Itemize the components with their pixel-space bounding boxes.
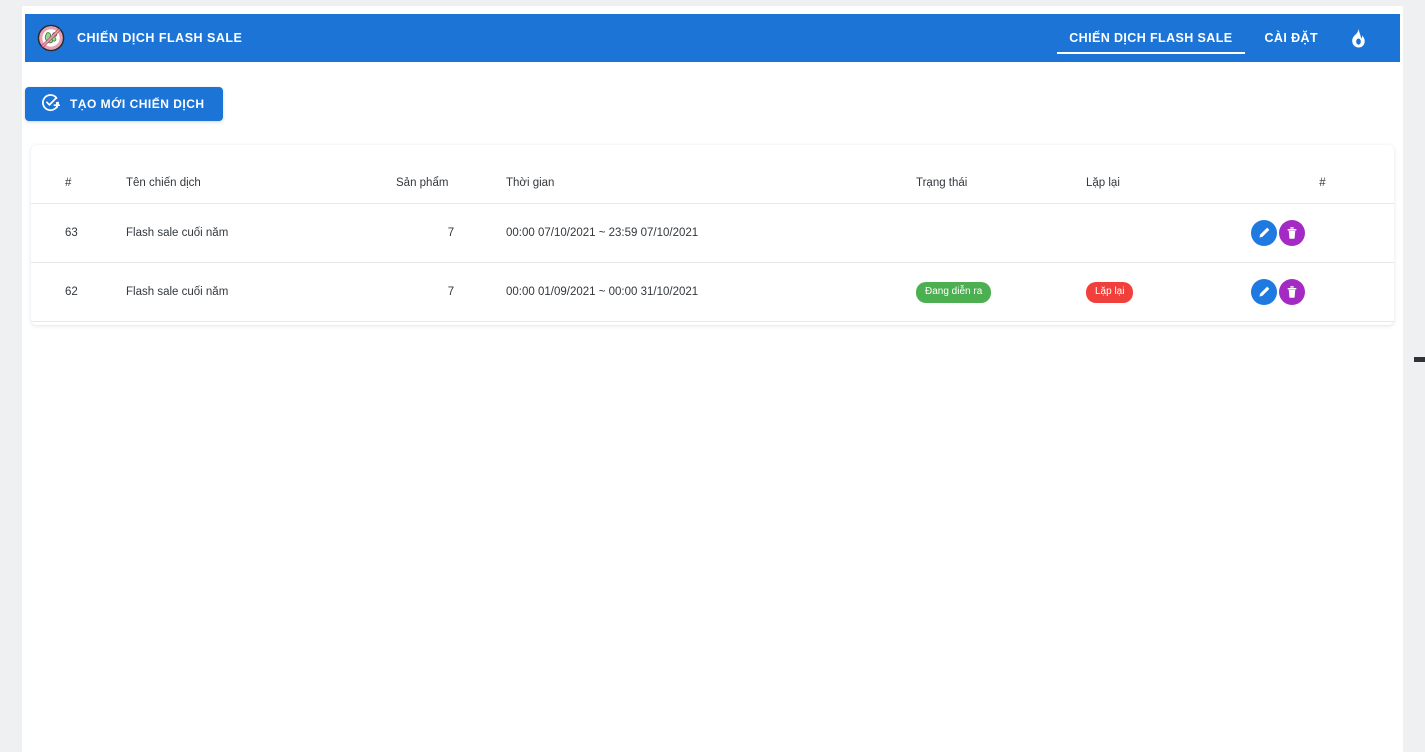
cell-actions	[1251, 203, 1394, 263]
table-header-row: # Tên chiến dịch Sản phẩm Thời gian Trạn…	[31, 145, 1394, 204]
cell-repeat: Lặp lại	[1086, 262, 1251, 322]
nav-item-label: CÀI ĐẶT	[1264, 31, 1318, 45]
edit-button[interactable]	[1251, 279, 1277, 305]
column-header-time: Thời gian	[506, 145, 916, 204]
cell-index: 62	[31, 262, 126, 322]
column-header-product: Sản phẩm	[396, 145, 506, 204]
cell-time: 00:00 07/10/2021 ~ 23:59 07/10/2021	[506, 203, 916, 263]
cell-product: 7	[396, 262, 506, 322]
cell-status: Đang diễn ra	[916, 262, 1086, 322]
no-germ-icon	[37, 24, 65, 52]
pencil-icon	[1259, 286, 1270, 297]
app-title: CHIẾN DỊCH FLASH SALE	[77, 31, 243, 45]
right-gutter	[1403, 0, 1425, 752]
table-body: 63 Flash sale cuối năm 7 00:00 07/10/202…	[31, 203, 1394, 322]
repeat-badge: Lặp lại	[1086, 281, 1134, 303]
column-header-status: Trạng thái	[916, 145, 1086, 204]
table-head: # Tên chiến dịch Sản phẩm Thời gian Trạn…	[31, 145, 1394, 204]
cell-repeat	[1086, 203, 1251, 263]
table-row[interactable]: 63 Flash sale cuối năm 7 00:00 07/10/202…	[31, 203, 1394, 263]
cell-time: 00:00 01/09/2021 ~ 00:00 31/10/2021	[506, 262, 916, 322]
pencil-icon	[1259, 227, 1270, 238]
nav-item-flash-sale-campaign[interactable]: CHIẾN DỊCH FLASH SALE	[1053, 14, 1248, 62]
check-circle-plus-icon	[41, 93, 61, 115]
scroll-marker	[1414, 357, 1425, 362]
cell-status	[916, 203, 1086, 263]
column-header-actions: #	[1251, 145, 1394, 204]
cell-name: Flash sale cuối năm	[126, 262, 396, 322]
nav-item-label: CHIẾN DỊCH FLASH SALE	[1069, 31, 1233, 45]
delete-button[interactable]	[1279, 279, 1305, 305]
cell-index: 63	[31, 203, 126, 263]
campaign-table: # Tên chiến dịch Sản phẩm Thời gian Trạn…	[31, 145, 1394, 322]
create-campaign-label: TẠO MỚI CHIẾN DỊCH	[70, 97, 205, 111]
edit-button[interactable]	[1251, 220, 1277, 246]
nav-item-settings[interactable]: CÀI ĐẶT	[1249, 14, 1335, 62]
cell-name: Flash sale cuối năm	[126, 203, 396, 263]
cell-product: 7	[396, 203, 506, 263]
status-badge: Đang diễn ra	[916, 281, 992, 303]
column-header-index: #	[31, 145, 126, 204]
column-header-name: Tên chiến dịch	[126, 145, 396, 204]
create-campaign-button[interactable]: TẠO MỚI CHIẾN DỊCH	[25, 87, 223, 121]
trash-icon	[1287, 286, 1297, 298]
top-nav: CHIẾN DỊCH FLASH SALE CÀI ĐẶT	[1053, 14, 1400, 62]
delete-button[interactable]	[1279, 220, 1305, 246]
campaign-table-card: # Tên chiến dịch Sản phẩm Thời gian Trạn…	[31, 145, 1394, 325]
trash-icon	[1287, 227, 1297, 239]
page-frame: CHIẾN DỊCH FLASH SALE CHIẾN DỊCH FLASH S…	[0, 0, 1425, 752]
flame-icon[interactable]	[1334, 14, 1378, 62]
page-canvas	[22, 6, 1403, 752]
brand: CHIẾN DỊCH FLASH SALE	[25, 24, 242, 52]
cell-actions	[1251, 262, 1394, 322]
column-header-repeat: Lặp lại	[1086, 145, 1251, 204]
table-row[interactable]: 62 Flash sale cuối năm 7 00:00 01/09/202…	[31, 262, 1394, 322]
app-header-bar: CHIẾN DỊCH FLASH SALE CHIẾN DỊCH FLASH S…	[25, 14, 1400, 62]
